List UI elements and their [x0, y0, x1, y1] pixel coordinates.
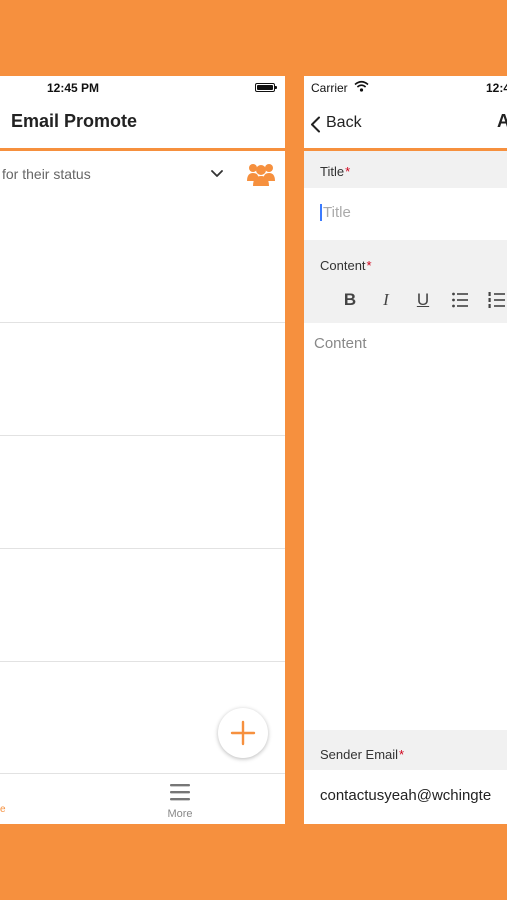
required-marker: *	[366, 258, 372, 273]
content-label: Content*	[320, 258, 372, 273]
status-bar: 12:45 PM	[0, 76, 285, 98]
status-filter[interactable]: for their status	[0, 151, 285, 197]
title-input[interactable]	[323, 200, 493, 224]
numbered-list-icon[interactable]	[488, 291, 506, 309]
sender-email-field[interactable]: contactusyeah@wchingte	[320, 787, 491, 804]
menu-icon	[170, 784, 190, 801]
page-title: A	[497, 111, 507, 131]
nav-bar: Back A	[304, 98, 507, 151]
title-label: Title*	[320, 164, 351, 179]
tab-bar: e More	[0, 773, 285, 824]
text-caret	[320, 204, 322, 221]
status-bar: Carrier 12:4	[304, 76, 507, 98]
add-button[interactable]	[218, 708, 268, 758]
nav-bar: Email Promote	[0, 98, 285, 151]
group-icon[interactable]	[247, 161, 275, 187]
status-time: 12:4	[486, 81, 507, 95]
wifi-icon	[354, 80, 369, 92]
status-filter-label: for their status	[2, 166, 91, 182]
page-title: Email Promote	[11, 111, 138, 131]
status-time: 12:45 PM	[47, 81, 100, 95]
compose-email-screen: Carrier 12:4 Back A Title* Content* B I …	[304, 76, 507, 824]
back-label: Back	[326, 114, 362, 131]
content-section-header: Content*	[304, 240, 507, 323]
sender-email-label: Sender Email*	[320, 747, 405, 762]
list-item[interactable]	[0, 549, 285, 662]
content-placeholder: Content	[314, 335, 367, 352]
sender-email-section-header: Sender Email*	[304, 730, 507, 770]
italic-button[interactable]: I	[374, 288, 398, 312]
tab-active-label[interactable]: e	[0, 804, 6, 815]
required-marker: *	[345, 164, 351, 179]
tab-more[interactable]: More	[158, 780, 202, 820]
bullet-list-icon[interactable]	[451, 291, 469, 309]
underline-button[interactable]: U	[411, 288, 435, 312]
list-item[interactable]	[0, 436, 285, 549]
list-item[interactable]	[0, 323, 285, 436]
required-marker: *	[399, 747, 405, 762]
email-list-screen: 12:45 PM Email Promote for their status …	[0, 76, 285, 824]
plus-icon	[230, 720, 256, 746]
tab-more-label: More	[167, 808, 193, 820]
chevron-left-icon	[311, 116, 320, 133]
chevron-down-icon[interactable]	[211, 168, 223, 178]
carrier-label: Carrier	[311, 81, 348, 95]
title-section-header: Title*	[304, 151, 507, 188]
title-field-container	[304, 188, 507, 240]
list-item[interactable]	[0, 197, 285, 323]
battery-icon	[255, 83, 277, 92]
bold-button[interactable]: B	[338, 288, 362, 312]
content-editor[interactable]: Content	[304, 323, 507, 730]
